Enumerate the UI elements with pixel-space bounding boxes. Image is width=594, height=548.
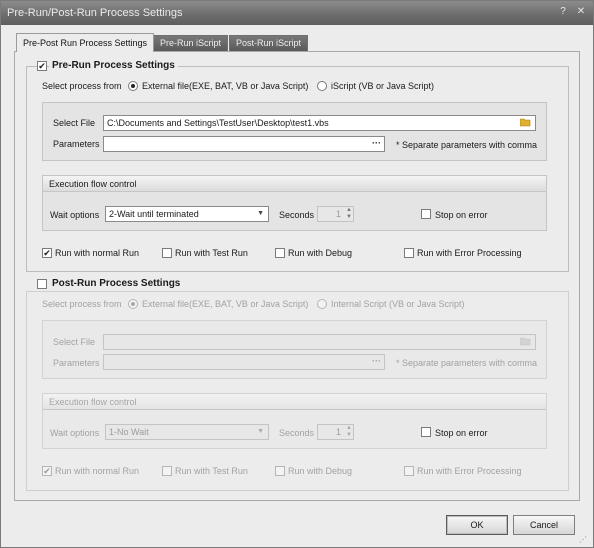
tab-panel: ✔ Pre-Run Process Settings Select proces… [14,51,580,501]
post-external-label: External file(EXE, BAT, VB or Java Scrip… [142,299,309,309]
pre-parameters-input[interactable] [103,136,385,152]
post-seconds-label: Seconds [279,428,315,438]
pre-run-group [26,66,569,272]
help-button[interactable]: ? [557,6,569,18]
post-debug-run-label: Run with Debug [288,466,353,476]
post-parameters-input[interactable] [103,354,385,370]
post-external-radio[interactable] [128,299,138,309]
title-bar: Pre-Run/Post-Run Process Settings ? ✕ [1,1,593,25]
pre-wait-options-label: Wait options [50,210,100,220]
post-error-run-checkbox[interactable] [404,466,414,476]
pre-select-file-label: Select File [53,118,96,128]
resize-grip-icon[interactable]: ⋰ [579,535,587,544]
pre-run-group-title: Pre-Run Process Settings [49,60,178,71]
window-title: Pre-Run/Post-Run Process Settings [7,7,183,19]
post-test-run-label: Run with Test Run [175,466,248,476]
pre-parameters-more-button[interactable]: ··· [372,138,381,148]
tab-pre-run-iscript[interactable]: Pre-Run iScript [153,35,229,51]
folder-icon[interactable] [519,118,531,127]
dialog-window: Pre-Run/Post-Run Process Settings ? ✕ Pr… [0,0,594,548]
post-error-run-label: Run with Error Processing [417,466,522,476]
post-normal-run-label: Run with normal Run [55,466,140,476]
pre-stop-on-error-checkbox[interactable] [421,209,431,219]
pre-iscript-label: iScript (VB or Java Script) [331,81,435,91]
pre-wait-options-value: 2-Wait until terminated [109,209,199,219]
ok-button[interactable]: OK [446,515,508,535]
tab-post-run-iscript[interactable]: Post-Run iScript [229,35,309,51]
post-seconds-spinner[interactable]: ▲ ▼ [345,425,353,439]
pre-debug-run-label: Run with Debug [288,248,353,258]
pre-test-run-label: Run with Test Run [175,248,248,258]
pre-parameters-label: Parameters [53,139,100,149]
post-wait-options-value: 1-No Wait [109,427,149,437]
post-debug-run-checkbox[interactable] [275,466,285,476]
pre-external-label: External file(EXE, BAT, VB or Java Scrip… [142,81,309,91]
post-run-group-title: Post-Run Process Settings [49,278,184,289]
pre-debug-run-checkbox[interactable] [275,248,285,258]
pre-select-from-label: Select process from [42,81,122,91]
post-internal-radio[interactable] [317,299,327,309]
close-button[interactable]: ✕ [575,6,587,18]
post-params-hint: * Separate parameters with comma [396,358,538,368]
post-internal-label: Internal Script (VB or Java Script) [331,299,465,309]
pre-normal-run-checkbox[interactable]: ✔ [42,248,52,258]
post-flow-title: Execution flow control [43,394,546,410]
post-select-file-label: Select File [53,337,96,347]
post-normal-run-checkbox[interactable]: ✔ [42,466,52,476]
pre-error-run-checkbox[interactable] [404,248,414,258]
pre-wait-options-select[interactable]: 2-Wait until terminated ▼ [105,206,269,222]
pre-stop-on-error-label: Stop on error [435,210,488,220]
post-parameters-more-button[interactable]: ··· [372,356,381,366]
pre-flow-title: Execution flow control [43,176,546,192]
pre-seconds-label: Seconds [279,210,315,220]
post-stop-on-error-label: Stop on error [435,428,488,438]
post-test-run-checkbox[interactable] [162,466,172,476]
post-stop-on-error-checkbox[interactable] [421,427,431,437]
post-run-enable-checkbox[interactable] [37,279,47,289]
post-select-file-input[interactable] [103,334,536,350]
pre-error-run-label: Run with Error Processing [417,248,522,258]
pre-iscript-radio[interactable] [317,81,327,91]
post-parameters-label: Parameters [53,358,100,368]
pre-run-enable-checkbox[interactable]: ✔ [37,61,47,71]
cancel-button[interactable]: Cancel [513,515,575,535]
post-wait-options-label: Wait options [50,428,100,438]
post-wait-options-select[interactable]: 1-No Wait ▼ [105,424,269,440]
chevron-down-icon: ▼ [257,428,264,435]
pre-external-radio[interactable] [128,81,138,91]
folder-icon[interactable] [519,337,531,346]
pre-test-run-checkbox[interactable] [162,248,172,258]
pre-seconds-spinner[interactable]: ▲ ▼ [345,207,353,221]
post-select-from-label: Select process from [42,299,122,309]
tab-pre-post-run-settings[interactable]: Pre-Post Run Process Settings [16,33,155,52]
pre-select-file-input[interactable]: C:\Documents and Settings\TestUser\Deskt… [103,115,536,131]
pre-params-hint: * Separate parameters with comma [396,140,538,150]
pre-normal-run-label: Run with normal Run [55,248,140,258]
chevron-down-icon: ▼ [257,210,264,217]
pre-file-box [42,102,547,161]
